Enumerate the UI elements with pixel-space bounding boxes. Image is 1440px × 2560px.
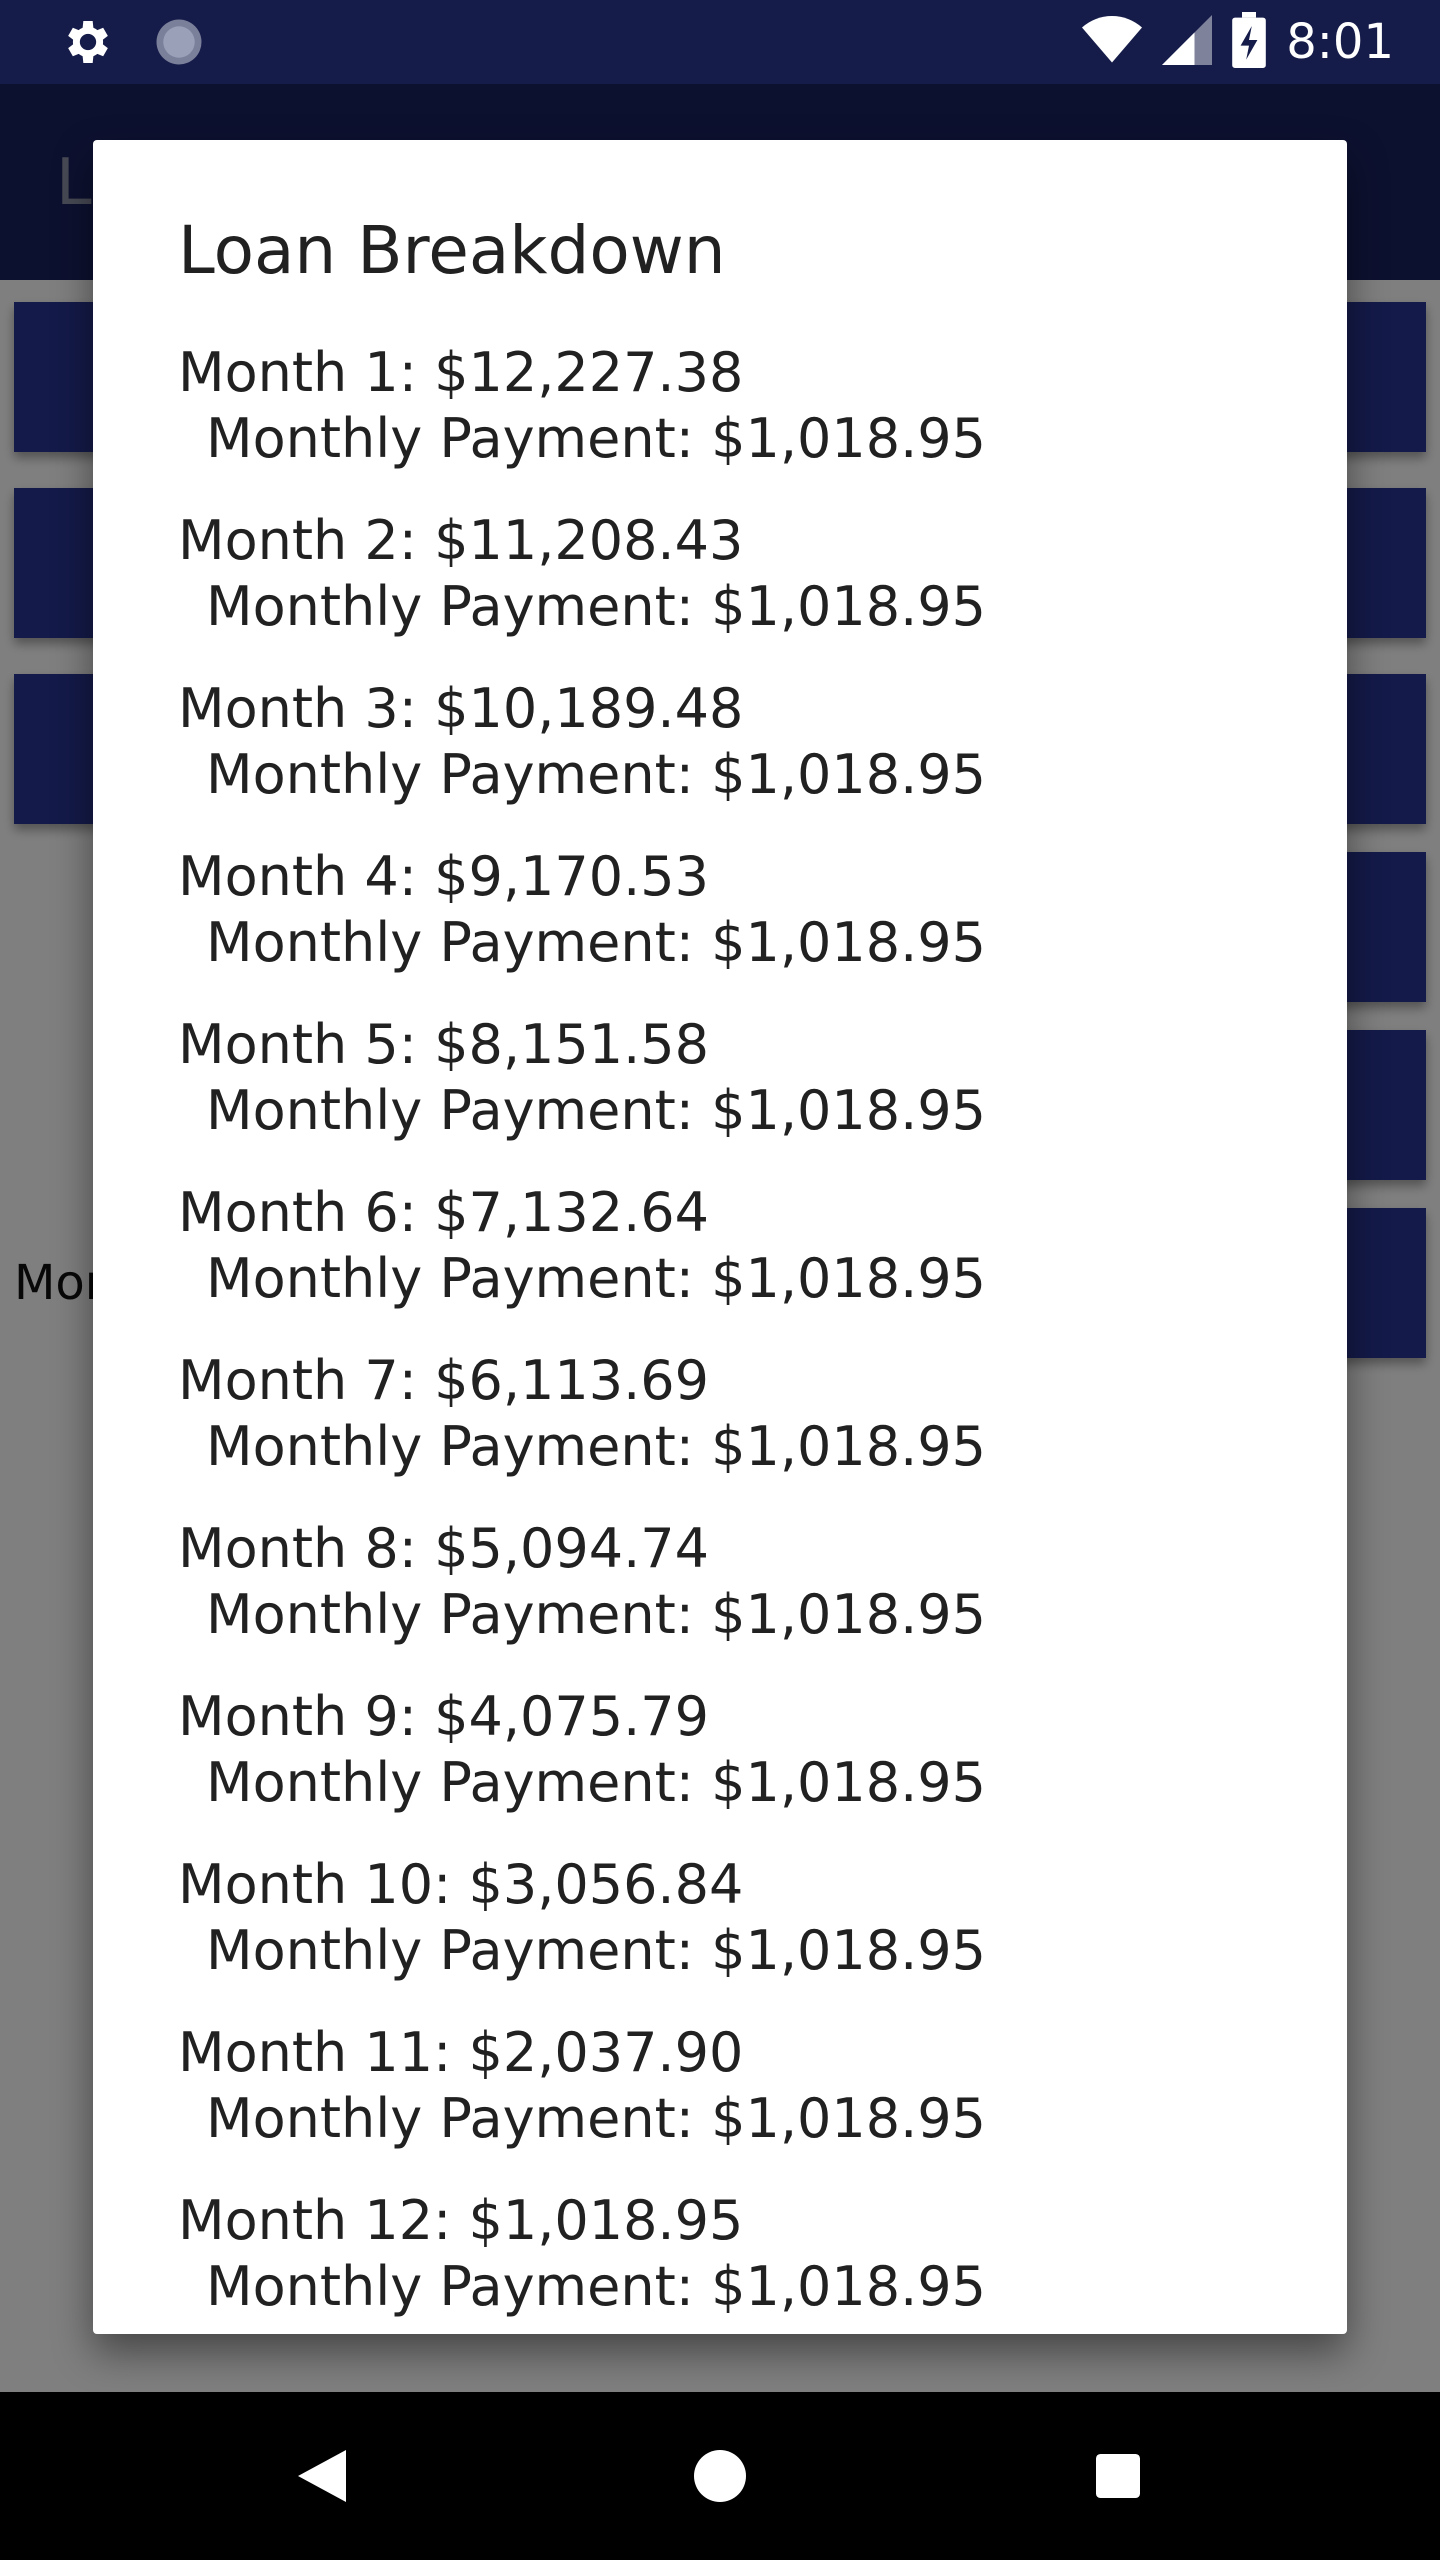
navigation-bar [0, 2392, 1440, 2560]
status-bar: 8:01 [0, 0, 1440, 84]
month-balance: Month 6: $7,132.64 [178, 1181, 709, 1244]
month-balance: Month 8: $5,094.74 [178, 1517, 709, 1580]
list-item: Month 11: $2,037.90 Monthly Payment: $1,… [178, 2020, 1307, 2188]
sync-icon [152, 15, 206, 73]
loan-breakdown-dialog: Loan Breakdown Month 1: $12,227.38 Month… [93, 140, 1347, 2334]
monthly-payment: Monthly Payment: $1,018.95 [206, 575, 986, 638]
month-balance: Month 12: $1,018.95 [178, 2189, 744, 2252]
month-balance: Month 10: $3,056.84 [178, 1853, 744, 1916]
monthly-payment: Monthly Payment: $1,018.95 [206, 1919, 986, 1982]
status-time: 8:01 [1286, 14, 1394, 70]
recents-icon[interactable] [1078, 2436, 1158, 2516]
monthly-payment: Monthly Payment: $1,018.95 [206, 911, 986, 974]
list-item: Month 12: $1,018.95 Monthly Payment: $1,… [178, 2188, 1307, 2334]
month-balance: Month 2: $11,208.43 [178, 509, 744, 572]
list-item: Month 10: $3,056.84 Monthly Payment: $1,… [178, 1852, 1307, 2020]
month-balance: Month 1: $12,227.38 [178, 341, 744, 404]
month-balance: Month 3: $10,189.48 [178, 677, 744, 740]
month-balance: Month 5: $8,151.58 [178, 1013, 709, 1076]
month-balance: Month 4: $9,170.53 [178, 845, 709, 908]
list-item: Month 6: $7,132.64 Monthly Payment: $1,0… [178, 1180, 1307, 1348]
monthly-payment: Monthly Payment: $1,018.95 [206, 2087, 986, 2150]
breakdown-list[interactable]: Month 1: $12,227.38 Monthly Payment: $1,… [178, 340, 1307, 2334]
month-balance: Month 9: $4,075.79 [178, 1685, 709, 1748]
list-item: Month 9: $4,075.79 Monthly Payment: $1,0… [178, 1684, 1307, 1852]
settings-icon [60, 14, 116, 74]
monthly-payment: Monthly Payment: $1,018.95 [206, 1583, 986, 1646]
monthly-payment: Monthly Payment: $1,018.95 [206, 1751, 986, 1814]
month-balance: Month 7: $6,113.69 [178, 1349, 709, 1412]
cell-signal-icon [1162, 15, 1213, 69]
month-balance: Month 11: $2,037.90 [178, 2021, 744, 2084]
monthly-payment: Monthly Payment: $1,018.95 [206, 407, 986, 470]
list-item: Month 1: $12,227.38 Monthly Payment: $1,… [178, 340, 1307, 508]
list-item: Month 4: $9,170.53 Monthly Payment: $1,0… [178, 844, 1307, 1012]
back-icon[interactable] [282, 2436, 362, 2516]
battery-charging-icon [1232, 12, 1267, 72]
list-item: Month 7: $6,113.69 Monthly Payment: $1,0… [178, 1348, 1307, 1516]
list-item: Month 2: $11,208.43 Monthly Payment: $1,… [178, 508, 1307, 676]
monthly-payment: Monthly Payment: $1,018.95 [206, 1415, 986, 1478]
monthly-payment: Monthly Payment: $1,018.95 [206, 1247, 986, 1310]
list-item: Month 8: $5,094.74 Monthly Payment: $1,0… [178, 1516, 1307, 1684]
home-icon[interactable] [680, 2436, 760, 2516]
monthly-payment: Monthly Payment: $1,018.95 [206, 2255, 986, 2318]
dialog-title: Loan Breakdown [178, 212, 726, 289]
monthly-payment: Monthly Payment: $1,018.95 [206, 743, 986, 806]
monthly-payment: Monthly Payment: $1,018.95 [206, 1079, 986, 1142]
list-item: Month 5: $8,151.58 Monthly Payment: $1,0… [178, 1012, 1307, 1180]
list-item: Month 3: $10,189.48 Monthly Payment: $1,… [178, 676, 1307, 844]
wifi-icon [1082, 15, 1143, 69]
